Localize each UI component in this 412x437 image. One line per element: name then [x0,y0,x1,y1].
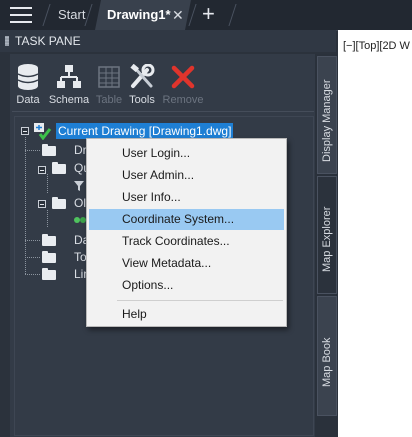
drawing-viewport[interactable] [338,30,412,437]
tab-start[interactable]: Start [58,0,85,30]
tree-connector [25,274,41,275]
tab-map-explorer[interactable]: Map Explorer [317,176,337,294]
drag-grip-icon[interactable] [5,36,9,46]
display-manager-label: Display Manager [321,79,333,162]
data-button[interactable]: Data [14,62,42,106]
tree-connector [25,240,41,241]
object-class-icon [73,214,87,228]
tree-node-drawings[interactable]: Dr [74,141,87,159]
menu-item-options[interactable]: Options... [89,275,284,296]
data-label: Data [16,94,40,106]
close-tab-icon[interactable]: ✕ [172,0,184,30]
database-icon [14,62,42,92]
context-menu: User Login... User Admin... User Info...… [86,138,287,327]
collapse-queries-toggle-icon[interactable] [38,166,46,174]
folder-icon [42,268,56,280]
map-explorer-label: Map Explorer [321,206,333,272]
folder-icon [52,197,66,209]
map-book-label: Map Book [321,337,333,387]
tree-connector [47,210,48,228]
tools-icon [126,62,158,92]
folder-icon [42,144,56,156]
folder-icon [52,162,66,174]
remove-x-icon [160,62,206,92]
tab-display-manager[interactable]: Display Manager [317,56,337,174]
menu-item-help[interactable]: Help [89,304,284,325]
toolbar-divider [12,111,314,112]
menu-item-view-metadata[interactable]: View Metadata... [89,253,284,274]
schema-button[interactable]: Schema [47,62,91,106]
tools-button[interactable]: Tools [126,62,158,106]
filter-funnel-icon [73,180,85,195]
table-button[interactable]: Table [94,62,124,106]
collapse-root-toggle-icon[interactable] [21,127,29,135]
tree-connector [25,257,41,258]
menu-item-user-info[interactable]: User Info... [89,187,284,208]
viewport-controls-label[interactable]: [−][Top][2D W [343,40,410,52]
folder-icon [42,251,56,263]
current-drawing-node[interactable]: Current Drawing [Drawing1.dwg] [56,123,234,139]
schema-label: Schema [48,94,90,106]
schema-icon [47,62,91,92]
table-icon [94,62,124,92]
remove-label: Remove [162,94,204,106]
menu-item-user-login[interactable]: User Login... [89,143,284,164]
table-label: Table [95,94,123,106]
task-pane-title: TASK PANE [15,34,81,48]
hamburger-menu-icon[interactable] [10,7,32,23]
menu-separator [117,300,283,301]
remove-button[interactable]: Remove [160,62,206,106]
add-tab-icon[interactable]: + [202,3,215,25]
current-drawing-icon [32,122,52,143]
tree-node-object-classes[interactable]: Ol [74,194,86,212]
collapse-object-classes-toggle-icon[interactable] [38,200,46,208]
tree-connector [25,137,26,275]
menu-item-user-admin[interactable]: User Admin... [89,165,284,186]
tree-connector [25,150,41,151]
tab-map-book[interactable]: Map Book [317,296,337,416]
menu-item-track-coordinates[interactable]: Track Coordinates... [89,231,284,252]
tools-label: Tools [129,94,155,106]
menu-item-coordinate-system[interactable]: Coordinate System... [89,209,284,230]
folder-icon [42,234,56,246]
tree-node-topologies[interactable]: To [74,248,87,266]
tree-connector [47,174,48,194]
